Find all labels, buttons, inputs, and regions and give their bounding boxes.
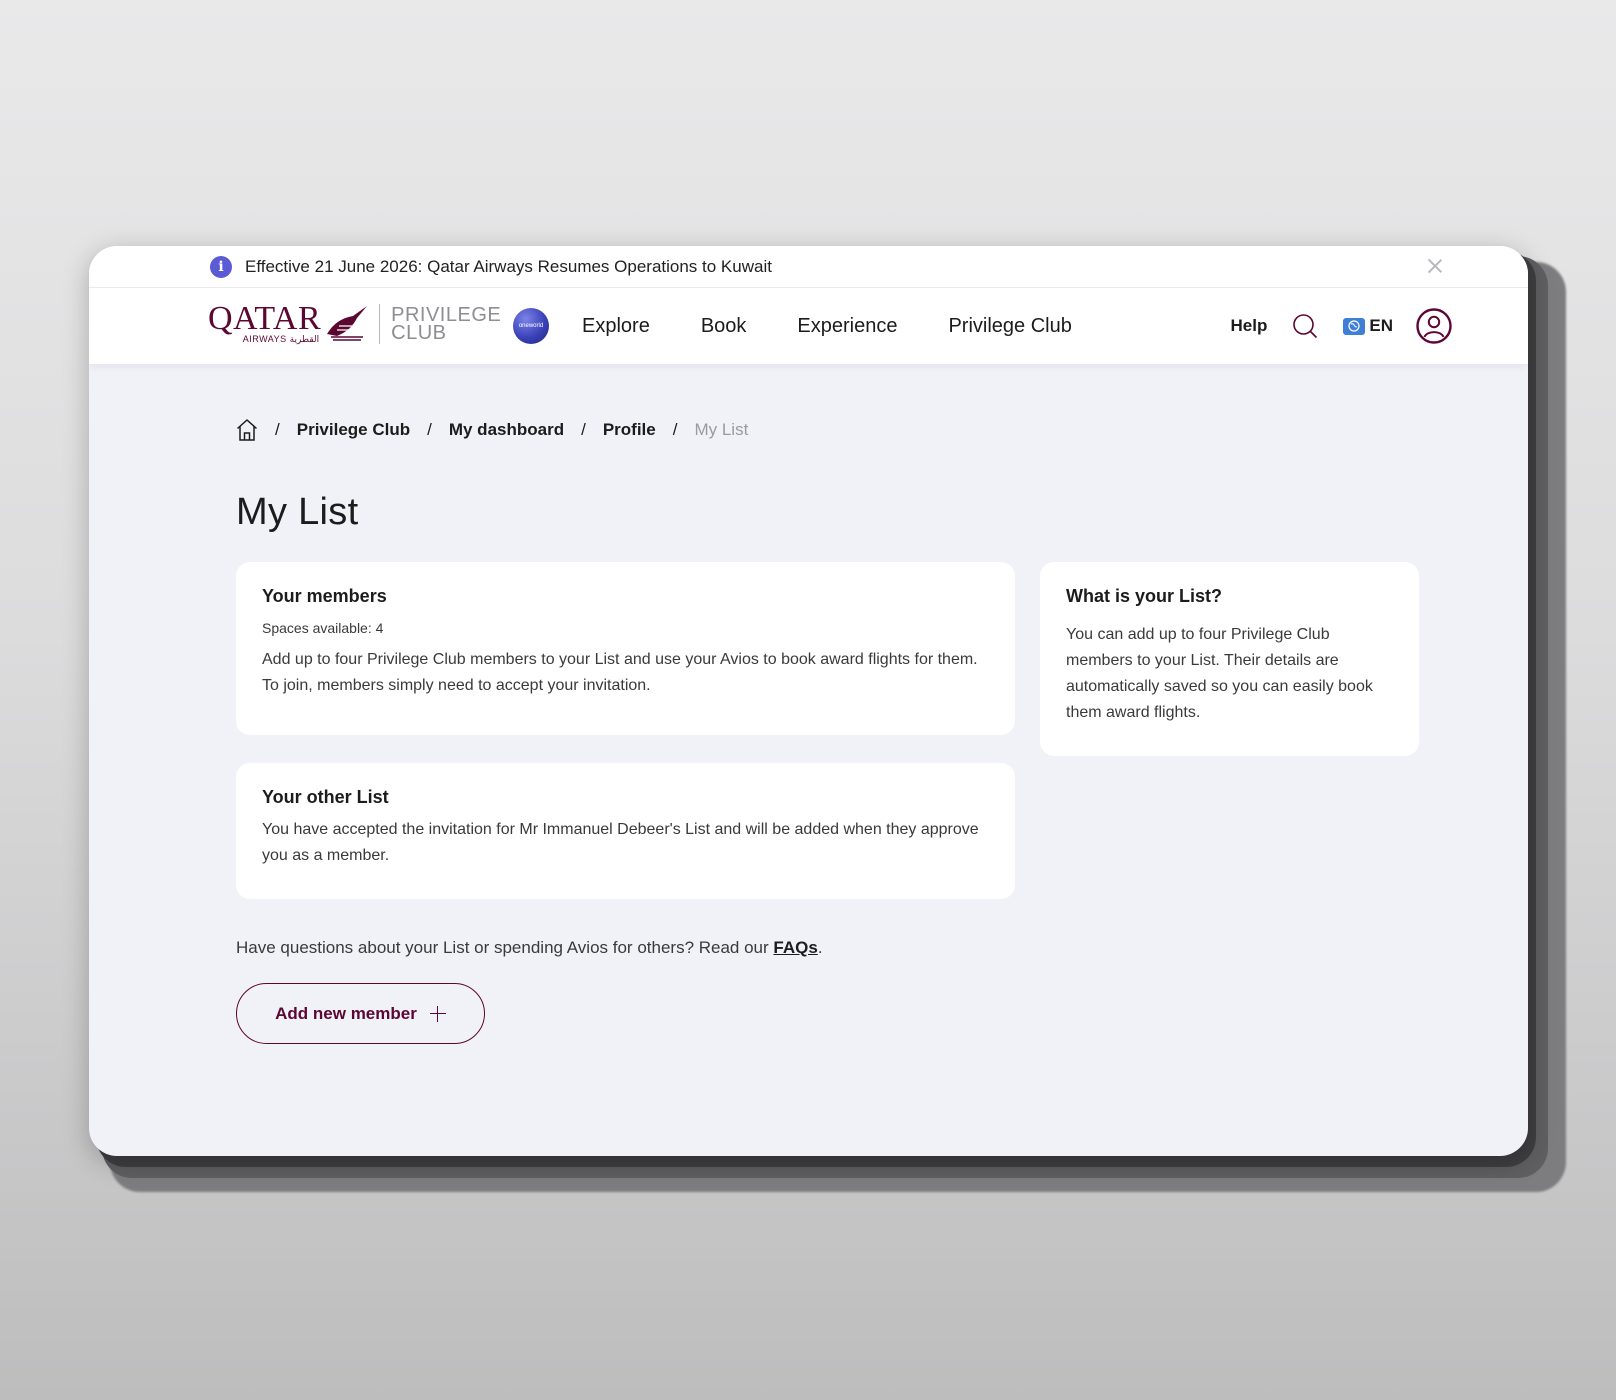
info-icon: i [210,255,232,278]
help-link[interactable]: Help [1231,316,1268,336]
faq-link[interactable]: FAQs [773,938,817,957]
faq-prefix: Have questions about your List or spendi… [236,938,774,957]
brand-logo[interactable]: QATAR AIRWAYS القطرية PRIVILEGE CLUB [208,302,501,345]
announcement-bar: i Effective 21 June 2026: Qatar Airways … [89,246,1528,288]
main-navbar: QATAR AIRWAYS القطرية PRIVILEGE CLUB one… [89,288,1528,364]
faq-suffix: . [817,938,823,957]
announcement-text[interactable]: Effective 21 June 2026: Qatar Airways Re… [245,257,772,277]
home-icon[interactable] [236,418,258,442]
what-is-list-title: What is your List? [1066,586,1223,606]
breadcrumb-separator: / [672,420,678,439]
breadcrumb-profile[interactable]: Profile [603,420,656,440]
your-members-card: Your members Spaces available: 4 Add up … [236,562,1015,735]
your-members-title: Your members [262,586,387,606]
faq-line: Have questions about your List or spendi… [236,938,823,958]
globe-icon [1343,317,1366,335]
primary-nav: Explore Book Experience Privilege Club [582,288,1123,364]
add-new-member-label: Add new member [275,1003,417,1023]
oryx-icon [327,305,368,341]
other-list-title: Your other List [262,787,389,807]
breadcrumb-separator: / [427,420,432,439]
browser-window: i Effective 21 June 2026: Qatar Airways … [89,246,1528,1156]
your-members-description: Add up to four Privilege Club members to… [262,651,978,694]
breadcrumb-separator: / [275,420,280,439]
breadcrumb-separator: / [581,420,586,439]
other-list-card: Your other List You have accepted the in… [236,763,1015,899]
profile-button[interactable] [1416,308,1452,344]
search-icon [1293,314,1318,339]
breadcrumb: / Privilege Club / My dashboard / Profil… [236,418,748,442]
language-code: EN [1369,316,1393,335]
oneworld-text: oneworld [518,323,544,329]
spaces-available: Spaces available: 4 [262,620,384,636]
utility-nav: Help EN [1231,288,1452,364]
plus-icon [429,1005,446,1022]
other-list-description: You have accepted the invitation for Mr … [262,821,979,864]
what-is-list-card: What is your List? You can add up to fou… [1040,562,1419,756]
qatar-wordmark: QATAR [208,300,322,337]
privilege-club-logo: PRIVILEGE CLUB [391,303,502,344]
nav-privilege-club[interactable]: Privilege Club [948,315,1071,338]
brand-divider [379,303,381,344]
breadcrumb-privilege-club[interactable]: Privilege Club [297,420,410,440]
page-title: My List [236,491,359,533]
search-button[interactable] [1292,313,1318,339]
breadcrumb-my-dashboard[interactable]: My dashboard [449,420,564,440]
nav-experience[interactable]: Experience [797,315,897,338]
qatar-logo: QATAR AIRWAYS القطرية [208,302,321,345]
add-new-member-button[interactable]: Add new member [236,983,485,1044]
oneworld-badge: oneworld [513,308,549,344]
nav-explore[interactable]: Explore [582,315,650,338]
user-icon [1416,308,1452,344]
club-word: CLUB [391,321,447,344]
language-selector[interactable]: EN [1343,316,1393,336]
breadcrumb-current: My List [694,420,749,439]
privilege-word: PRIVILEGE [391,303,502,326]
what-is-list-description: You can add up to four Privilege Club me… [1066,626,1373,721]
nav-book[interactable]: Book [701,315,747,338]
close-icon[interactable] [1426,257,1444,275]
